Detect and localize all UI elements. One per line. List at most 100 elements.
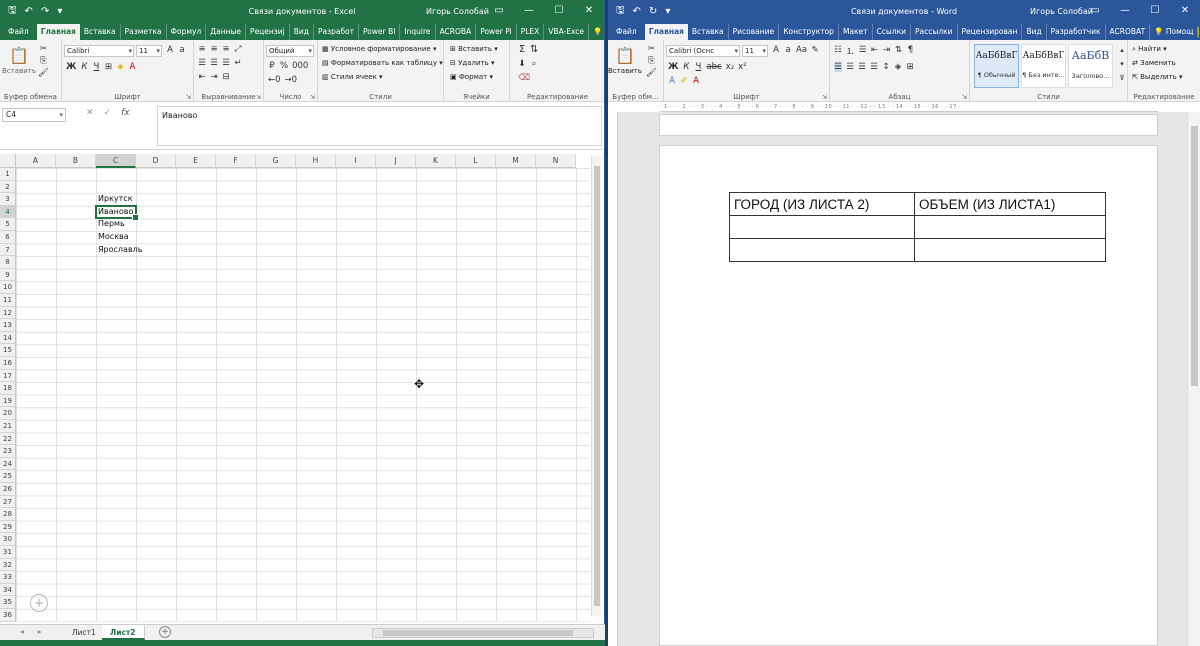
- conditional-formatting-button[interactable]: ▦ Условное форматирование ▾: [322, 45, 436, 53]
- enter-formula-icon[interactable]: ✓: [104, 108, 112, 118]
- column-header-K[interactable]: K: [416, 154, 456, 168]
- row-header-11[interactable]: 11: [0, 294, 16, 307]
- italic-icon[interactable]: К: [682, 62, 690, 72]
- row-header-1[interactable]: 1: [0, 168, 16, 181]
- excel-horizontal-scrollbar[interactable]: [372, 628, 594, 638]
- number-dialog-launcher-icon[interactable]: ⇲: [310, 94, 315, 101]
- tab-4[interactable]: Конструктор: [779, 24, 839, 40]
- row-header-17[interactable]: 17: [0, 369, 16, 383]
- row-header-25[interactable]: 25: [0, 470, 16, 483]
- change-case-icon[interactable]: Aa: [796, 45, 807, 55]
- row-header-2[interactable]: 2: [0, 180, 16, 194]
- tab-7[interactable]: Рассылки: [911, 24, 958, 40]
- tell-me-search[interactable]: 💡 Помощн: [589, 24, 604, 40]
- number-format-combo[interactable]: Общий: [266, 45, 314, 57]
- name-box[interactable]: C4: [2, 108, 66, 122]
- row-header-31[interactable]: 31: [0, 546, 16, 559]
- paste-button[interactable]: 📋 Вставить: [2, 46, 36, 75]
- cell-C7[interactable]: Ярославль: [98, 244, 143, 256]
- style-option-2[interactable]: АаБбВ Заголово...: [1068, 44, 1113, 88]
- row-header-28[interactable]: 28: [0, 508, 16, 521]
- save-icon[interactable]: 🖫: [616, 3, 625, 20]
- borders-icon[interactable]: ⊞: [906, 62, 914, 72]
- formula-input[interactable]: Иваново: [157, 106, 602, 146]
- sheet-tab-1[interactable]: Лист1: [64, 625, 105, 640]
- fill-color-icon[interactable]: ◈: [116, 62, 124, 72]
- format-painter-icon[interactable]: 🖌: [646, 68, 657, 78]
- font-color-icon[interactable]: A: [692, 76, 700, 86]
- align-right-icon[interactable]: ☰: [858, 62, 866, 72]
- word-table[interactable]: ГОРОД (ИЗ ЛИСТА 2) ОБЪЕМ (ИЗ ЛИСТА1): [729, 192, 1106, 262]
- bullets-icon[interactable]: ☷: [834, 45, 842, 57]
- clear-formatting-icon[interactable]: ✎: [811, 45, 819, 55]
- row-header-23[interactable]: 23: [0, 445, 16, 458]
- align-top-icon[interactable]: ≡: [198, 44, 206, 54]
- strikethrough-icon[interactable]: abc: [706, 62, 721, 72]
- select-button[interactable]: ⇱ Выделить ▾: [1132, 73, 1183, 81]
- row-header-16[interactable]: 16: [0, 357, 16, 370]
- tab-3[interactable]: Рисование: [729, 24, 780, 40]
- decrease-indent-icon[interactable]: ⇤: [198, 72, 206, 82]
- close-icon[interactable]: ✕: [1170, 0, 1200, 22]
- table-cell[interactable]: [729, 215, 915, 239]
- cell-C6[interactable]: Москва: [98, 231, 129, 243]
- word-vertical-scrollbar[interactable]: [1187, 112, 1200, 646]
- wrap-text-icon[interactable]: ↵: [234, 58, 242, 68]
- decrease-font-icon[interactable]: a: [784, 45, 792, 55]
- row-header-19[interactable]: 19: [0, 394, 16, 408]
- tab-9[interactable]: Power BI: [359, 24, 401, 40]
- row-header-20[interactable]: 20: [0, 407, 16, 420]
- align-center-icon[interactable]: ☰: [210, 58, 218, 68]
- cut-icon[interactable]: ✂: [646, 44, 657, 54]
- tab-2[interactable]: Вставка: [80, 24, 121, 40]
- increase-indent-icon[interactable]: ⇥: [210, 72, 218, 82]
- tab-10[interactable]: Inquire: [400, 24, 436, 40]
- cancel-formula-icon[interactable]: ✕: [86, 108, 94, 118]
- excel-horizontal-scroll-thumb[interactable]: [383, 630, 573, 636]
- align-left-icon[interactable]: ☰: [198, 58, 206, 68]
- row-header-27[interactable]: 27: [0, 495, 16, 509]
- row-header-5[interactable]: 5: [0, 218, 16, 231]
- styles-more-icon[interactable]: ⊽: [1118, 74, 1126, 82]
- column-header-L[interactable]: L: [456, 154, 496, 168]
- increase-decimal-icon[interactable]: ←0: [268, 75, 281, 85]
- undo-icon[interactable]: ↶: [25, 6, 33, 17]
- table-header-cell[interactable]: ГОРОД (ИЗ ЛИСТА 2): [729, 192, 915, 216]
- format-painter-icon[interactable]: 🖌: [38, 68, 49, 78]
- sort-icon[interactable]: ⇅: [895, 45, 903, 57]
- tab-8[interactable]: Разработ: [314, 24, 360, 40]
- decrease-indent-icon[interactable]: ⇤: [871, 45, 879, 57]
- tab-11[interactable]: ACROBAT: [1106, 24, 1151, 40]
- insert-function-icon[interactable]: fx: [121, 108, 130, 118]
- row-header-14[interactable]: 14: [0, 331, 16, 345]
- tab-6[interactable]: Рецензиј: [246, 24, 290, 40]
- customize-qat-icon[interactable]: ▾: [57, 6, 62, 17]
- ribbon-display-icon[interactable]: ▭: [484, 0, 514, 22]
- percent-icon[interactable]: %: [280, 61, 288, 71]
- replace-button[interactable]: ⇄ Заменить: [1132, 59, 1176, 67]
- superscript-icon[interactable]: x²: [738, 62, 746, 72]
- increase-indent-icon[interactable]: ⇥: [883, 45, 891, 57]
- column-header-M[interactable]: M: [496, 154, 536, 168]
- autosum-icon[interactable]: Σ: [518, 44, 526, 55]
- column-header-N[interactable]: N: [536, 154, 576, 168]
- align-left-icon[interactable]: ☰: [834, 62, 842, 72]
- row-header-3[interactable]: 3: [0, 193, 16, 206]
- cell-C5[interactable]: Пермь: [98, 218, 125, 230]
- subscript-icon[interactable]: x₂: [726, 62, 734, 72]
- tab-4[interactable]: Формул: [167, 24, 207, 40]
- increase-font-icon[interactable]: A: [772, 45, 780, 55]
- alignment-dialog-launcher-icon[interactable]: ⇲: [256, 94, 261, 101]
- row-header-9[interactable]: 9: [0, 268, 16, 282]
- text-effects-icon[interactable]: A: [668, 76, 676, 86]
- word-font-dialog-launcher-icon[interactable]: ⇲: [822, 94, 827, 101]
- bold-icon[interactable]: Ж: [66, 62, 76, 72]
- horizontal-ruler[interactable]: · 1 · · · 2 · · · 3 · · · 4 · · · 5 · · …: [660, 102, 1158, 112]
- show-marks-icon[interactable]: ¶: [907, 45, 915, 57]
- paragraph-dialog-launcher-icon[interactable]: ⇲: [962, 94, 967, 101]
- row-header-13[interactable]: 13: [0, 319, 16, 332]
- row-header-21[interactable]: 21: [0, 420, 16, 433]
- tell-me-search[interactable]: 💡 Помощ: [1150, 24, 1197, 40]
- shading-icon[interactable]: ◈: [894, 62, 902, 72]
- styles-up-icon[interactable]: ▴: [1118, 46, 1126, 54]
